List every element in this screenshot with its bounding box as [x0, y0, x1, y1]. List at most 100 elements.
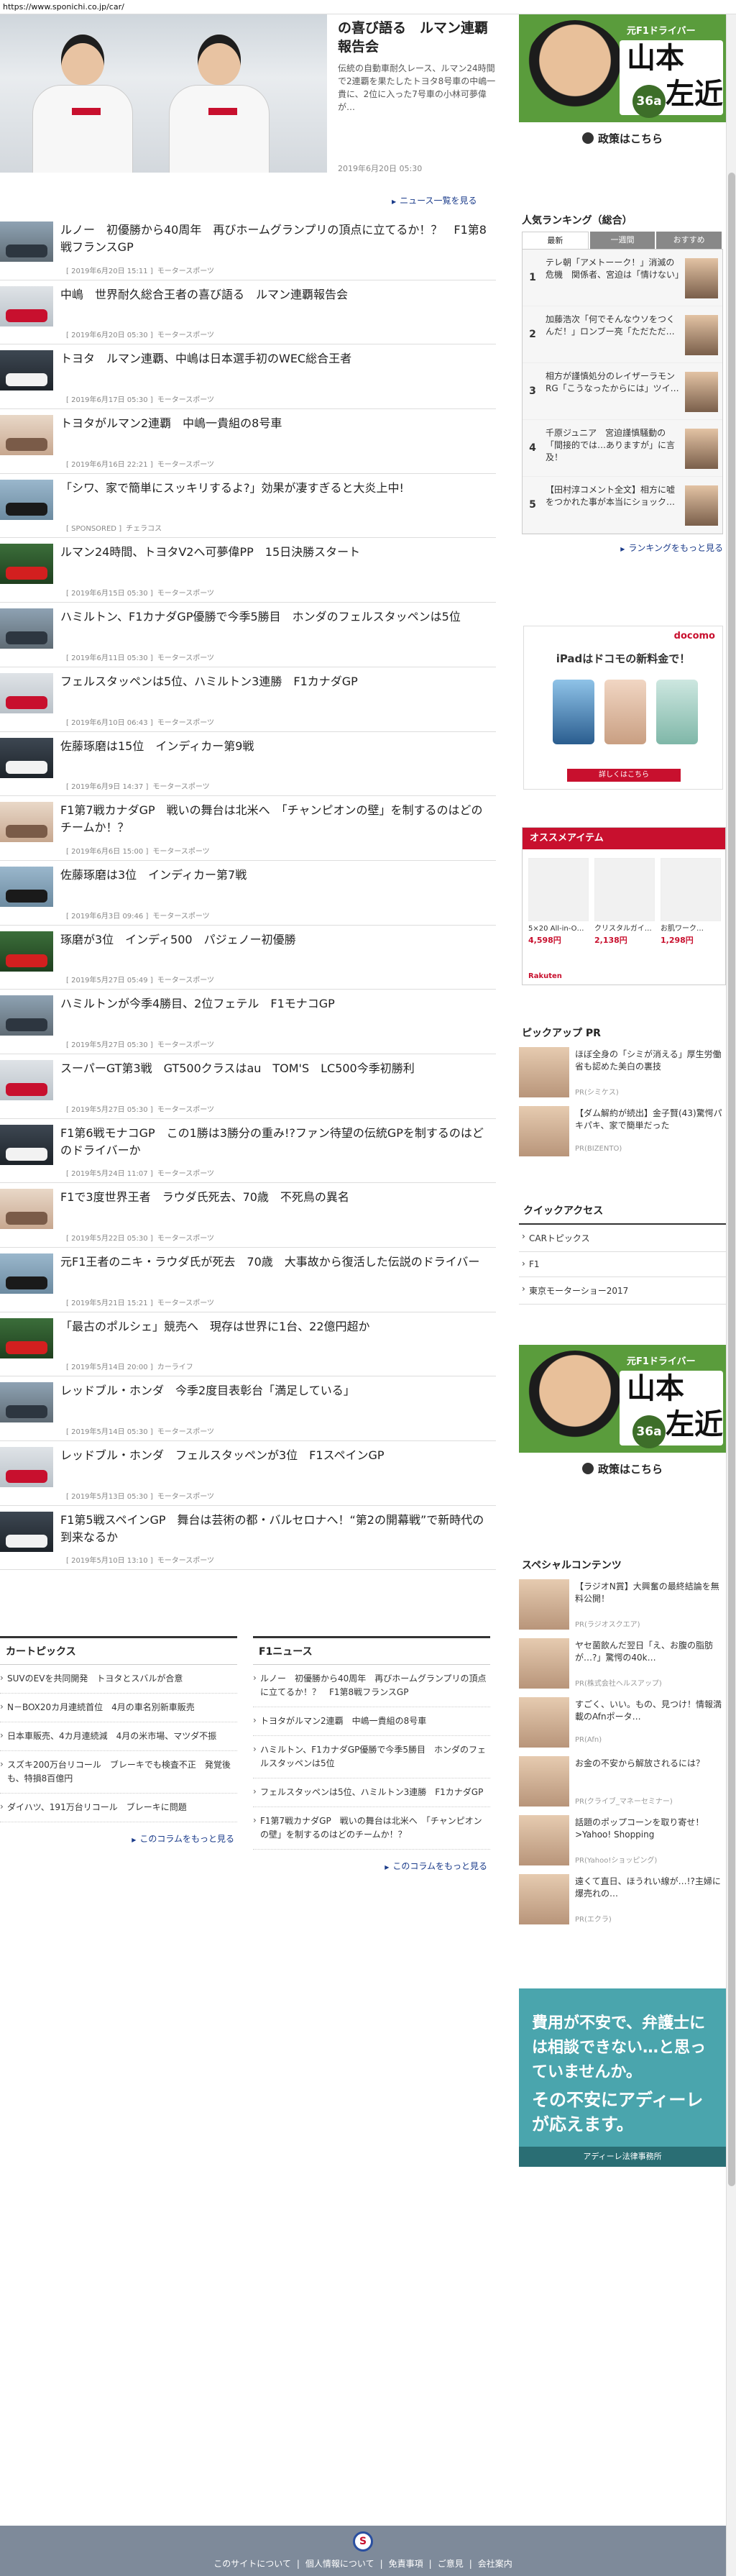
special-item[interactable]: 話題のポップコーンを取り寄せ！>Yahoo! Shopping PR(Yahoo!… — [519, 1812, 726, 1871]
news-thumbnail[interactable] — [0, 221, 53, 262]
news-title[interactable]: 琢磨が3位 インディ500 パジェノー初優勝 — [60, 931, 492, 949]
docomo-button[interactable]: 詳しくはこちら — [567, 769, 681, 782]
hero-article[interactable]: の喜び語る ルマン連覇報告会 伝統の自動車耐久レース、ルマン24時間で2連覇を果… — [0, 14, 496, 187]
news-category[interactable]: チェラコス — [126, 525, 162, 533]
news-item[interactable]: F1第5戦スペインGP 舞台は芸術の都・バルセロナへ！“第2の開幕戦”で新時代の… — [0, 1506, 496, 1571]
cartopics-item[interactable]: 日本車販売、4カ月連続減 4月の米市場、マツダ不振 — [0, 1722, 237, 1751]
news-thumbnail[interactable] — [0, 866, 53, 907]
news-item[interactable]: 中嶋 世界耐久総合王者の喜び語る ルマン連覇報告会 [ 2019年6月20日 05… — [0, 280, 496, 345]
news-category[interactable]: モータースポーツ — [157, 654, 214, 662]
f1news-item[interactable]: F1第7戦カナダGP 戦いの舞台は北米へ 「チャンピオンの壁」を制するのはどのチ… — [253, 1807, 490, 1850]
news-thumbnail[interactable] — [0, 479, 53, 520]
news-item[interactable]: トヨタがルマン2連覇 中嶋一貴組の8号車 [ 2019年6月16日 22:21 ]… — [0, 409, 496, 474]
news-category[interactable]: モータースポーツ — [157, 1106, 214, 1114]
pr-thumbnail[interactable] — [519, 1815, 569, 1865]
pr-text[interactable]: ほぼ全身の「シミが消える」厚生労働省も認めた美白の裏技 — [575, 1049, 723, 1073]
sponichi-logo-icon[interactable]: S — [353, 2531, 373, 2552]
news-thumbnail[interactable] — [0, 802, 53, 843]
pr-text[interactable]: 遠くて直日、ほうれい線が…!?主婦に爆売れの… — [575, 1876, 723, 1900]
news-title[interactable]: ハミルトンが今季4勝目、2位フェテル F1モナコGP — [60, 995, 492, 1013]
news-title[interactable]: 佐藤琢磨は15位 インディカー第9戦 — [60, 738, 492, 755]
ranking-tab-latest[interactable]: 最新 — [522, 232, 589, 249]
pr-thumbnail[interactable] — [519, 1697, 569, 1748]
f1news-more-link[interactable]: このコラムをもっと見る — [253, 1850, 490, 1882]
news-thumbnail[interactable] — [0, 1317, 53, 1358]
footer-link[interactable]: 個人情報について — [305, 2559, 374, 2569]
news-thumbnail[interactable] — [0, 286, 53, 326]
pr-thumbnail[interactable] — [519, 1579, 569, 1630]
footer-link[interactable]: 会社案内 — [478, 2559, 512, 2569]
cartopics-item[interactable]: N－BOX20カ月連続首位 4月の車名別新車販売 — [0, 1694, 237, 1722]
f1news-item[interactable]: トヨタがルマン2連覇 中嶋一貴組の8号車 — [253, 1707, 490, 1736]
news-title[interactable]: ルマン24時間、トヨタV2へ可夢偉PP 15日決勝スタート — [60, 544, 492, 561]
hero-image[interactable] — [0, 14, 327, 173]
news-category[interactable]: モータースポーツ — [157, 1235, 214, 1243]
hero-title[interactable]: の喜び語る ルマン連覇報告会 — [338, 19, 496, 56]
ranking-tab-week[interactable]: 一週間 — [589, 232, 656, 249]
news-category[interactable]: モータースポーツ — [157, 590, 214, 598]
ranking-item[interactable]: 5 【田村淳コメント全文】相方に嘘をつかれた事が本当にショック… — [523, 477, 722, 534]
ranking-item[interactable]: 2 加藤浩次「何でそんなウソをつくんだ！」ロンブー亮「ただただ… — [523, 306, 722, 363]
news-category[interactable]: モータースポーツ — [152, 913, 209, 921]
address-bar[interactable]: https://www.sponichi.co.jp/car/ — [0, 0, 736, 14]
scrollbar[interactable] — [726, 14, 736, 2576]
news-thumbnail[interactable] — [0, 672, 53, 713]
news-title[interactable]: 「シワ、家で簡単にスッキリするよ?」効果が凄すぎると大炎上中! — [60, 480, 492, 497]
ranking-more-link[interactable]: ランキングをもっと見る — [519, 534, 726, 561]
news-thumbnail[interactable] — [0, 1189, 53, 1230]
news-thumbnail[interactable] — [0, 1124, 53, 1165]
f1news-item[interactable]: ルノー 初優勝から40周年 再びホームグランプリの頂点に立てるか！？ F1第8戦… — [253, 1665, 490, 1707]
news-item[interactable]: 琢磨が3位 インディ500 パジェノー初優勝 [ 2019年5月27日 05:49… — [0, 926, 496, 990]
news-item[interactable]: 佐藤琢磨は3位 インディカー第7戦 [ 2019年6月3日 09:46 ] モーター… — [0, 861, 496, 926]
ranking-thumbnail[interactable] — [685, 258, 718, 298]
docomo-ad[interactable]: docomo iPadはドコモの新料金で！ 詳しくはこちら — [523, 626, 723, 790]
product-1[interactable]: 5×20 All-in-O… 4,598円 — [528, 858, 589, 946]
special-item[interactable]: お金の不安から解放されるには？ PR(クライブ_マネーセミナー) — [519, 1753, 726, 1812]
news-category[interactable]: モータースポーツ — [157, 461, 214, 469]
news-item[interactable]: F1第6戦モナコGP この1勝は3勝分の重み!?ファン待望の伝統GPを制するのは… — [0, 1119, 496, 1184]
ranking-thumbnail[interactable] — [685, 372, 718, 412]
news-item[interactable]: スーパーGT第3戦 GT500クラスはau TOM'S LC500今季初勝利 [ … — [0, 1054, 496, 1119]
pickup_pr-item[interactable]: 【ダム解約が続出】金子賢(43)驚愕パキパキ、家で簡単だった PR(BIZENTO… — [519, 1103, 726, 1162]
special-item[interactable]: ヤセ菌飲んだ翌日「え、お腹の脂肪が…?」驚愕の40k… PR(株式会社ヘルスアップ… — [519, 1635, 726, 1694]
ranking-item[interactable]: 3 相方が謹慎処分のレイザーラモンRG「こうなったからには」ツイ… — [523, 363, 722, 420]
cartopics-item[interactable]: SUVのEVを共同開発 トヨタとスバルが合意 — [0, 1665, 237, 1694]
quick-access-motor-show[interactable]: 東京モーターショー2017 — [519, 1277, 726, 1305]
news-title[interactable]: F1で3度世界王者 ラウダ氏死去、70歳 不死鳥の異名 — [60, 1189, 492, 1206]
news-title[interactable]: トヨタ ルマン連覇、中嶋は日本選手初のWEC総合王者 — [60, 350, 492, 367]
ranking-text[interactable]: 【田村淳コメント全文】相方に嘘をつかれた事が本当にショック… — [546, 484, 682, 508]
news-title[interactable]: F1第6戦モナコGP この1勝は3勝分の重み!?ファン待望の伝統GPを制するのは… — [60, 1125, 492, 1159]
driver-ad-bottom[interactable]: 元F1ドライバー 山本 左近 36a 政策はこちら — [519, 1345, 726, 1486]
news-category[interactable]: カーライフ — [157, 1364, 193, 1371]
news-item[interactable]: トヨタ ルマン連覇、中嶋は日本選手初のWEC総合王者 [ 2019年6月17日 0… — [0, 344, 496, 410]
pr-text[interactable]: 【ラジオN賞】大興奮の最終結論を無料公開！ — [575, 1581, 723, 1605]
cartopics-more-link[interactable]: このコラムをもっと見る — [0, 1822, 237, 1855]
cartopics-item[interactable]: ダイハツ、191万台リコール ブレーキに問題 — [0, 1794, 237, 1822]
special-item[interactable]: 【ラジオN賞】大興奮の最終結論を無料公開！ PR(ラジオスクエア) — [519, 1576, 726, 1635]
ranking-text[interactable]: 千原ジュニア 宮迫謹慎騒動の「間接的では…ありますが」に言及！ — [546, 427, 682, 464]
f1news-item[interactable]: フェルスタッペンは5位、ハミルトン3連勝 F1カナダGP — [253, 1778, 490, 1807]
news-item[interactable]: F1で3度世界王者 ラウダ氏死去、70歳 不死鳥の異名 [ 2019年5月22日 … — [0, 1183, 496, 1248]
ranking-tab-recommended[interactable]: おすすめ — [656, 232, 722, 249]
news-category[interactable]: モータースポーツ — [157, 1493, 214, 1501]
news-category[interactable]: モータースポーツ — [157, 1428, 214, 1436]
pr-text[interactable]: 話題のポップコーンを取り寄せ！>Yahoo! Shopping — [575, 1817, 723, 1841]
news-thumbnail[interactable] — [0, 415, 53, 456]
news-thumbnail[interactable] — [0, 350, 53, 391]
f1news-item[interactable]: ハミルトン、F1カナダGP優勝で今季5勝目 ホンダのフェルスタッペンは5位 — [253, 1736, 490, 1778]
news-thumbnail[interactable] — [0, 1382, 53, 1423]
footer-link[interactable]: ご意見 — [438, 2559, 464, 2569]
pr-text[interactable]: すごく、いい。もの、見つけ！情報満載のAfnポータ… — [575, 1699, 723, 1723]
news-item[interactable]: 元F1王者のニキ・ラウダ氏が死去 70歳 大事故から復活した伝説のドライバー [ … — [0, 1248, 496, 1312]
news-thumbnail[interactable] — [0, 1447, 53, 1488]
driver-ad-cta-2[interactable]: 政策はこちら — [519, 1453, 726, 1486]
news-item[interactable]: 「最古のポルシェ」競売へ 現存は世界に1台、22億円超か [ 2019年5月14日… — [0, 1312, 496, 1377]
news-category[interactable]: モータースポーツ — [157, 719, 214, 727]
quick-access-car-topics[interactable]: CARトピックス — [519, 1225, 726, 1252]
pr-thumbnail[interactable] — [519, 1874, 569, 1924]
news-title[interactable]: ルノー 初優勝から40周年 再びホームグランプリの頂点に立てるか！？ F1第8戦… — [60, 221, 492, 256]
pr-text[interactable]: 【ダム解約が続出】金子賢(43)驚愕パキパキ、家で簡単だった — [575, 1107, 723, 1132]
news-title[interactable]: スーパーGT第3戦 GT500クラスはau TOM'S LC500今季初勝利 — [60, 1060, 492, 1077]
pr-thumbnail[interactable] — [519, 1756, 569, 1807]
news-item[interactable]: フェルスタッペンは5位、ハミルトン3連勝 F1カナダGP [ 2019年6月10日… — [0, 667, 496, 732]
